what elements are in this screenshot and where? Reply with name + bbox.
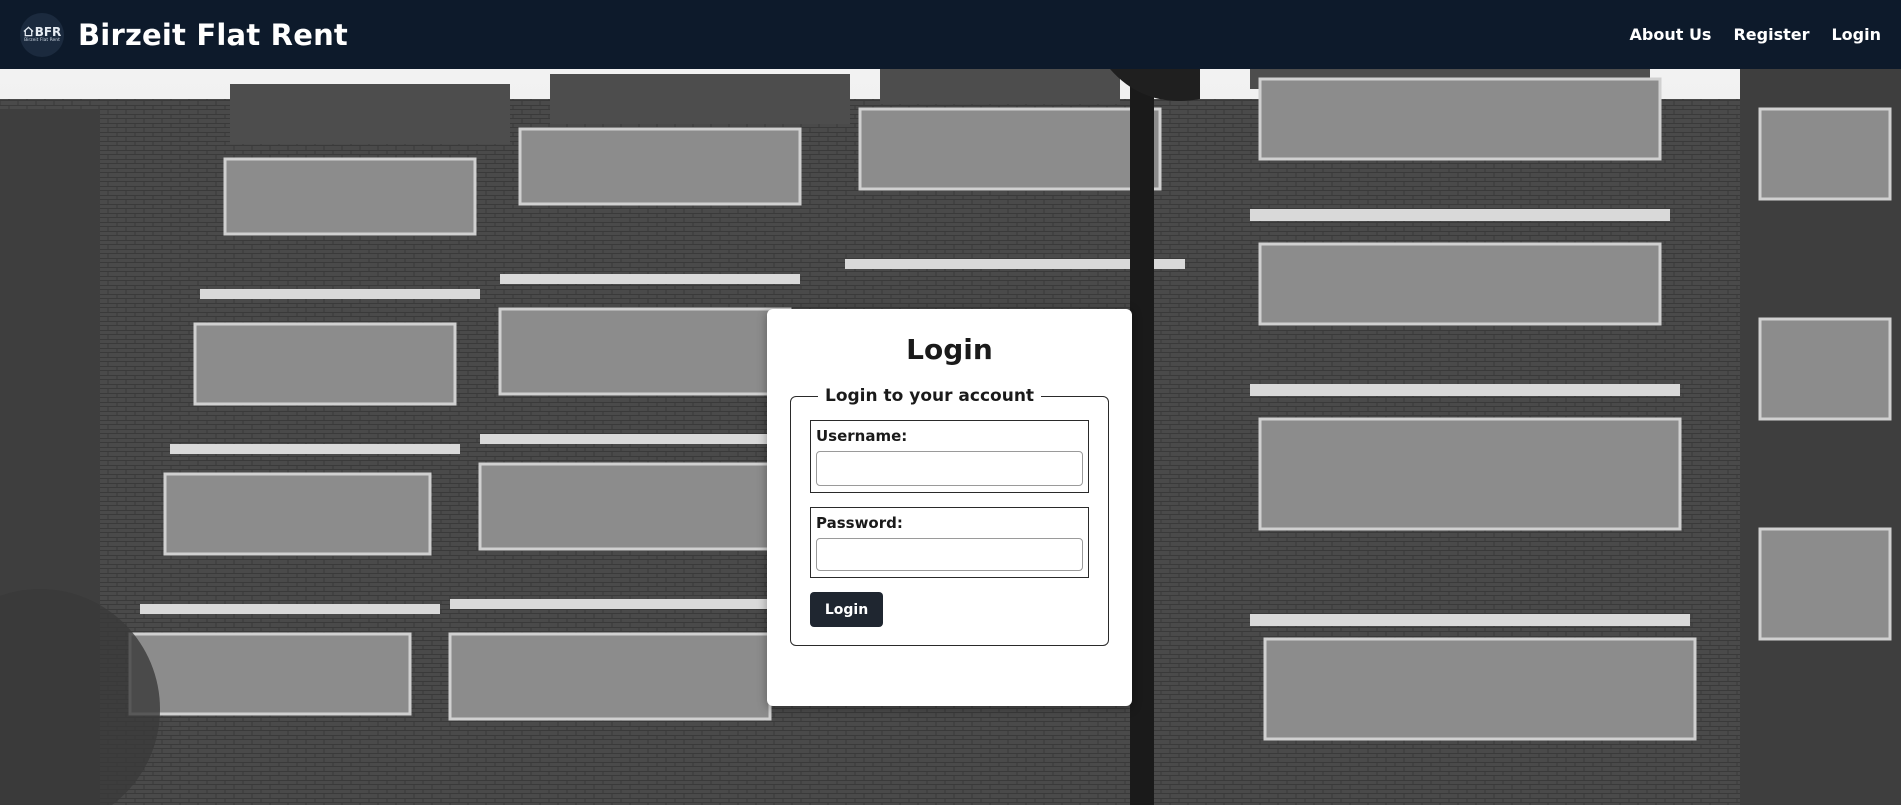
site-title[interactable]: Birzeit Flat Rent: [78, 18, 348, 52]
password-input[interactable]: [816, 538, 1083, 571]
brand[interactable]: BFR Birzeit Flat Rent Birzeit Flat Rent: [20, 12, 348, 57]
site-header: BFR Birzeit Flat Rent Birzeit Flat Rent …: [0, 0, 1901, 69]
password-label: Password:: [816, 514, 903, 532]
site-logo[interactable]: BFR Birzeit Flat Rent: [20, 12, 64, 57]
nav-about-us[interactable]: About Us: [1630, 25, 1712, 44]
username-group: Username:: [810, 420, 1089, 493]
logo-text: BFR: [34, 24, 62, 39]
username-input[interactable]: [816, 451, 1083, 486]
house-icon: [23, 26, 34, 37]
logo-subtext: Birzeit Flat Rent: [24, 37, 60, 43]
nav-register[interactable]: Register: [1733, 25, 1809, 44]
login-card: Login Login to your account Username: Pa…: [767, 309, 1132, 706]
login-legend: Login to your account: [825, 386, 1035, 406]
login-button[interactable]: Login: [810, 592, 883, 627]
login-fieldset: Login to your account Username: Password…: [790, 386, 1109, 646]
nav-login[interactable]: Login: [1831, 25, 1881, 44]
login-title: Login: [906, 333, 993, 366]
password-group: Password:: [810, 507, 1089, 578]
username-label: Username:: [816, 427, 908, 445]
main-nav: About Us Register Login: [1630, 25, 1882, 44]
